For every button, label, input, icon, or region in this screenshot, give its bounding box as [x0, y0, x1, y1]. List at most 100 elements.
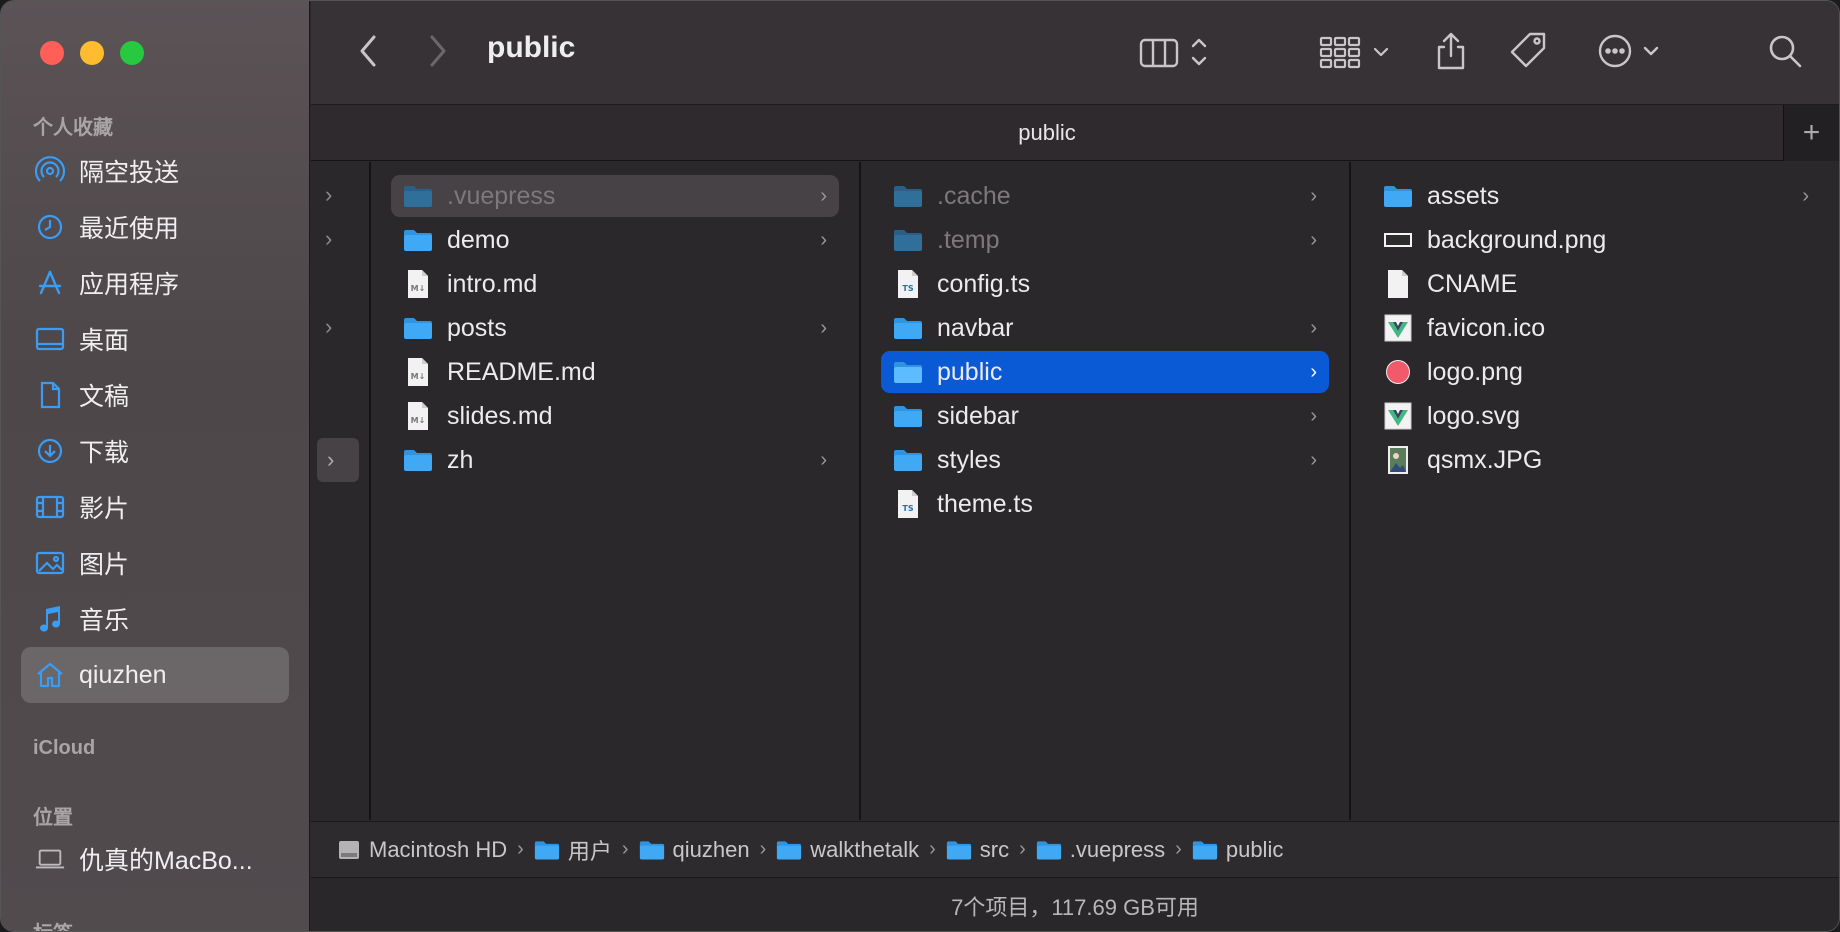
folder-icon [403, 226, 433, 254]
chevron-right-icon: › [820, 185, 827, 207]
film-icon [35, 492, 65, 522]
breadcrumb-label: Macintosh HD [369, 836, 508, 862]
breadcrumb-item[interactable]: .vuepress › [1036, 837, 1192, 863]
folder-icon [893, 314, 923, 342]
folder-item[interactable]: sidebar › [881, 395, 1329, 437]
new-tab-button[interactable]: + [1783, 105, 1839, 161]
file-icon [1383, 314, 1413, 342]
file-item[interactable]: qsmx.JPG [1371, 439, 1821, 481]
svg-text:M↓: M↓ [411, 372, 426, 381]
file-item[interactable]: background.png [1371, 219, 1821, 261]
item-name: sidebar [937, 401, 1019, 430]
close-button[interactable] [40, 41, 64, 65]
file-item[interactable]: logo.png [1371, 351, 1821, 393]
breadcrumb-item[interactable]: qiuzhen › [639, 837, 777, 863]
sidebar-item-documents[interactable]: 文稿 [21, 367, 289, 423]
chevron-right-icon: › [1310, 317, 1317, 339]
file-icon: M↓ [403, 270, 433, 298]
sidebar-section-icloud: iCloud [33, 737, 96, 759]
file-item[interactable]: favicon.ico [1371, 307, 1821, 349]
file-item[interactable]: M↓ README.md [391, 351, 839, 393]
clock-icon [35, 212, 65, 242]
search-button[interactable] [1765, 31, 1805, 71]
breadcrumb-item[interactable]: 用户 › [534, 834, 639, 866]
folder-item[interactable]: public › [881, 351, 1329, 393]
item-name: posts [447, 313, 507, 342]
file-icon [1383, 270, 1413, 298]
folder-item[interactable]: zh › [391, 439, 839, 481]
folder-item[interactable]: demo › [391, 219, 839, 261]
sidebar-item-label: 最近使用 [79, 215, 180, 243]
tab-public[interactable]: public [311, 120, 1783, 146]
applications-icon [35, 268, 65, 298]
toolbar: public [311, 1, 1839, 104]
item-name: styles [937, 445, 1001, 474]
file-icon: TS [893, 270, 923, 298]
sidebar-item-label: 影片 [79, 495, 130, 523]
breadcrumb-label: public [1225, 836, 1284, 862]
selected-parent-marker[interactable]: › [317, 438, 359, 482]
chevron-right-icon: › [820, 317, 827, 339]
breadcrumb-item[interactable]: src › [946, 837, 1036, 863]
breadcrumb-item[interactable]: Macintosh HD › [337, 837, 534, 863]
sidebar-item-airdrop[interactable]: 隔空投送 [21, 143, 289, 199]
sidebar-section-tags: 标签 [33, 917, 73, 931]
sidebar-item-label: qiuzhen [79, 660, 167, 689]
sidebar-item-label: 文稿 [79, 383, 130, 411]
folder-icon [893, 226, 923, 254]
sidebar-item-pictures[interactable]: 图片 [21, 535, 289, 591]
window-title: public [487, 31, 576, 64]
chevron-right-icon: › [1310, 229, 1317, 251]
folder-icon [893, 182, 923, 210]
sidebar-item-downloads[interactable]: 下载 [21, 423, 289, 479]
folder-item[interactable]: navbar › [881, 307, 1329, 349]
chevron-right-icon[interactable]: › [325, 314, 332, 340]
folder-item[interactable]: .cache › [881, 175, 1329, 217]
file-item[interactable]: TS theme.ts [881, 483, 1329, 525]
share-button[interactable] [1431, 27, 1471, 75]
item-name: .cache [937, 181, 1011, 210]
folder-item[interactable]: .vuepress › [391, 175, 839, 217]
view-mode-button[interactable] [1139, 31, 1219, 73]
sidebar-item-home[interactable]: qiuzhen [21, 647, 289, 703]
file-icon [1383, 446, 1413, 474]
file-item[interactable]: TS config.ts [881, 263, 1329, 305]
status-bar: 7个项目，117.69 GB可用 [311, 877, 1839, 931]
file-item[interactable]: M↓ intro.md [391, 263, 839, 305]
more-actions-button[interactable] [1595, 29, 1675, 73]
sidebar: 个人收藏 隔空投送 最近使用 应用程序 桌面 文稿 下载 影片 图片 音乐 qi… [1, 1, 310, 931]
folder-item[interactable]: .temp › [881, 219, 1329, 261]
breadcrumb-separator: › [517, 838, 524, 860]
chevron-right-icon[interactable]: › [325, 182, 332, 208]
svg-text:TS: TS [902, 504, 913, 513]
forward-button[interactable] [421, 31, 455, 71]
sidebar-item-music[interactable]: 音乐 [21, 591, 289, 647]
breadcrumb-item[interactable]: walkthetalk › [776, 837, 946, 863]
file-item[interactable]: M↓ slides.md [391, 395, 839, 437]
tag-button[interactable] [1507, 29, 1551, 73]
folder-item[interactable]: assets › [1371, 175, 1821, 217]
breadcrumb-label: qiuzhen [672, 836, 750, 862]
sidebar-item-applications[interactable]: 应用程序 [21, 255, 289, 311]
sidebar-item-recents[interactable]: 最近使用 [21, 199, 289, 255]
file-item[interactable]: CNAME [1371, 263, 1821, 305]
chevron-right-icon: › [1802, 185, 1809, 207]
file-icon [1383, 402, 1413, 430]
sidebar-item-movies[interactable]: 影片 [21, 479, 289, 535]
minimize-button[interactable] [80, 41, 104, 65]
back-button[interactable] [351, 31, 385, 71]
sidebar-section-locations: 位置 [33, 807, 73, 829]
group-button[interactable] [1319, 31, 1395, 73]
chevron-right-icon[interactable]: › [325, 226, 332, 252]
sidebar-item-desktop[interactable]: 桌面 [21, 311, 289, 367]
zoom-button[interactable] [120, 41, 144, 65]
breadcrumb-label: src [979, 836, 1010, 862]
breadcrumb-item[interactable]: public [1192, 837, 1283, 863]
chevron-right-icon: › [1310, 449, 1317, 471]
folder-item[interactable]: styles › [881, 439, 1329, 481]
sidebar-item-macbook[interactable]: 仇真的MacBo... [21, 831, 289, 887]
folder-icon [1192, 839, 1218, 861]
file-item[interactable]: logo.svg [1371, 395, 1821, 437]
folder-item[interactable]: posts › [391, 307, 839, 349]
ellipsis-circle-icon [1598, 34, 1659, 68]
